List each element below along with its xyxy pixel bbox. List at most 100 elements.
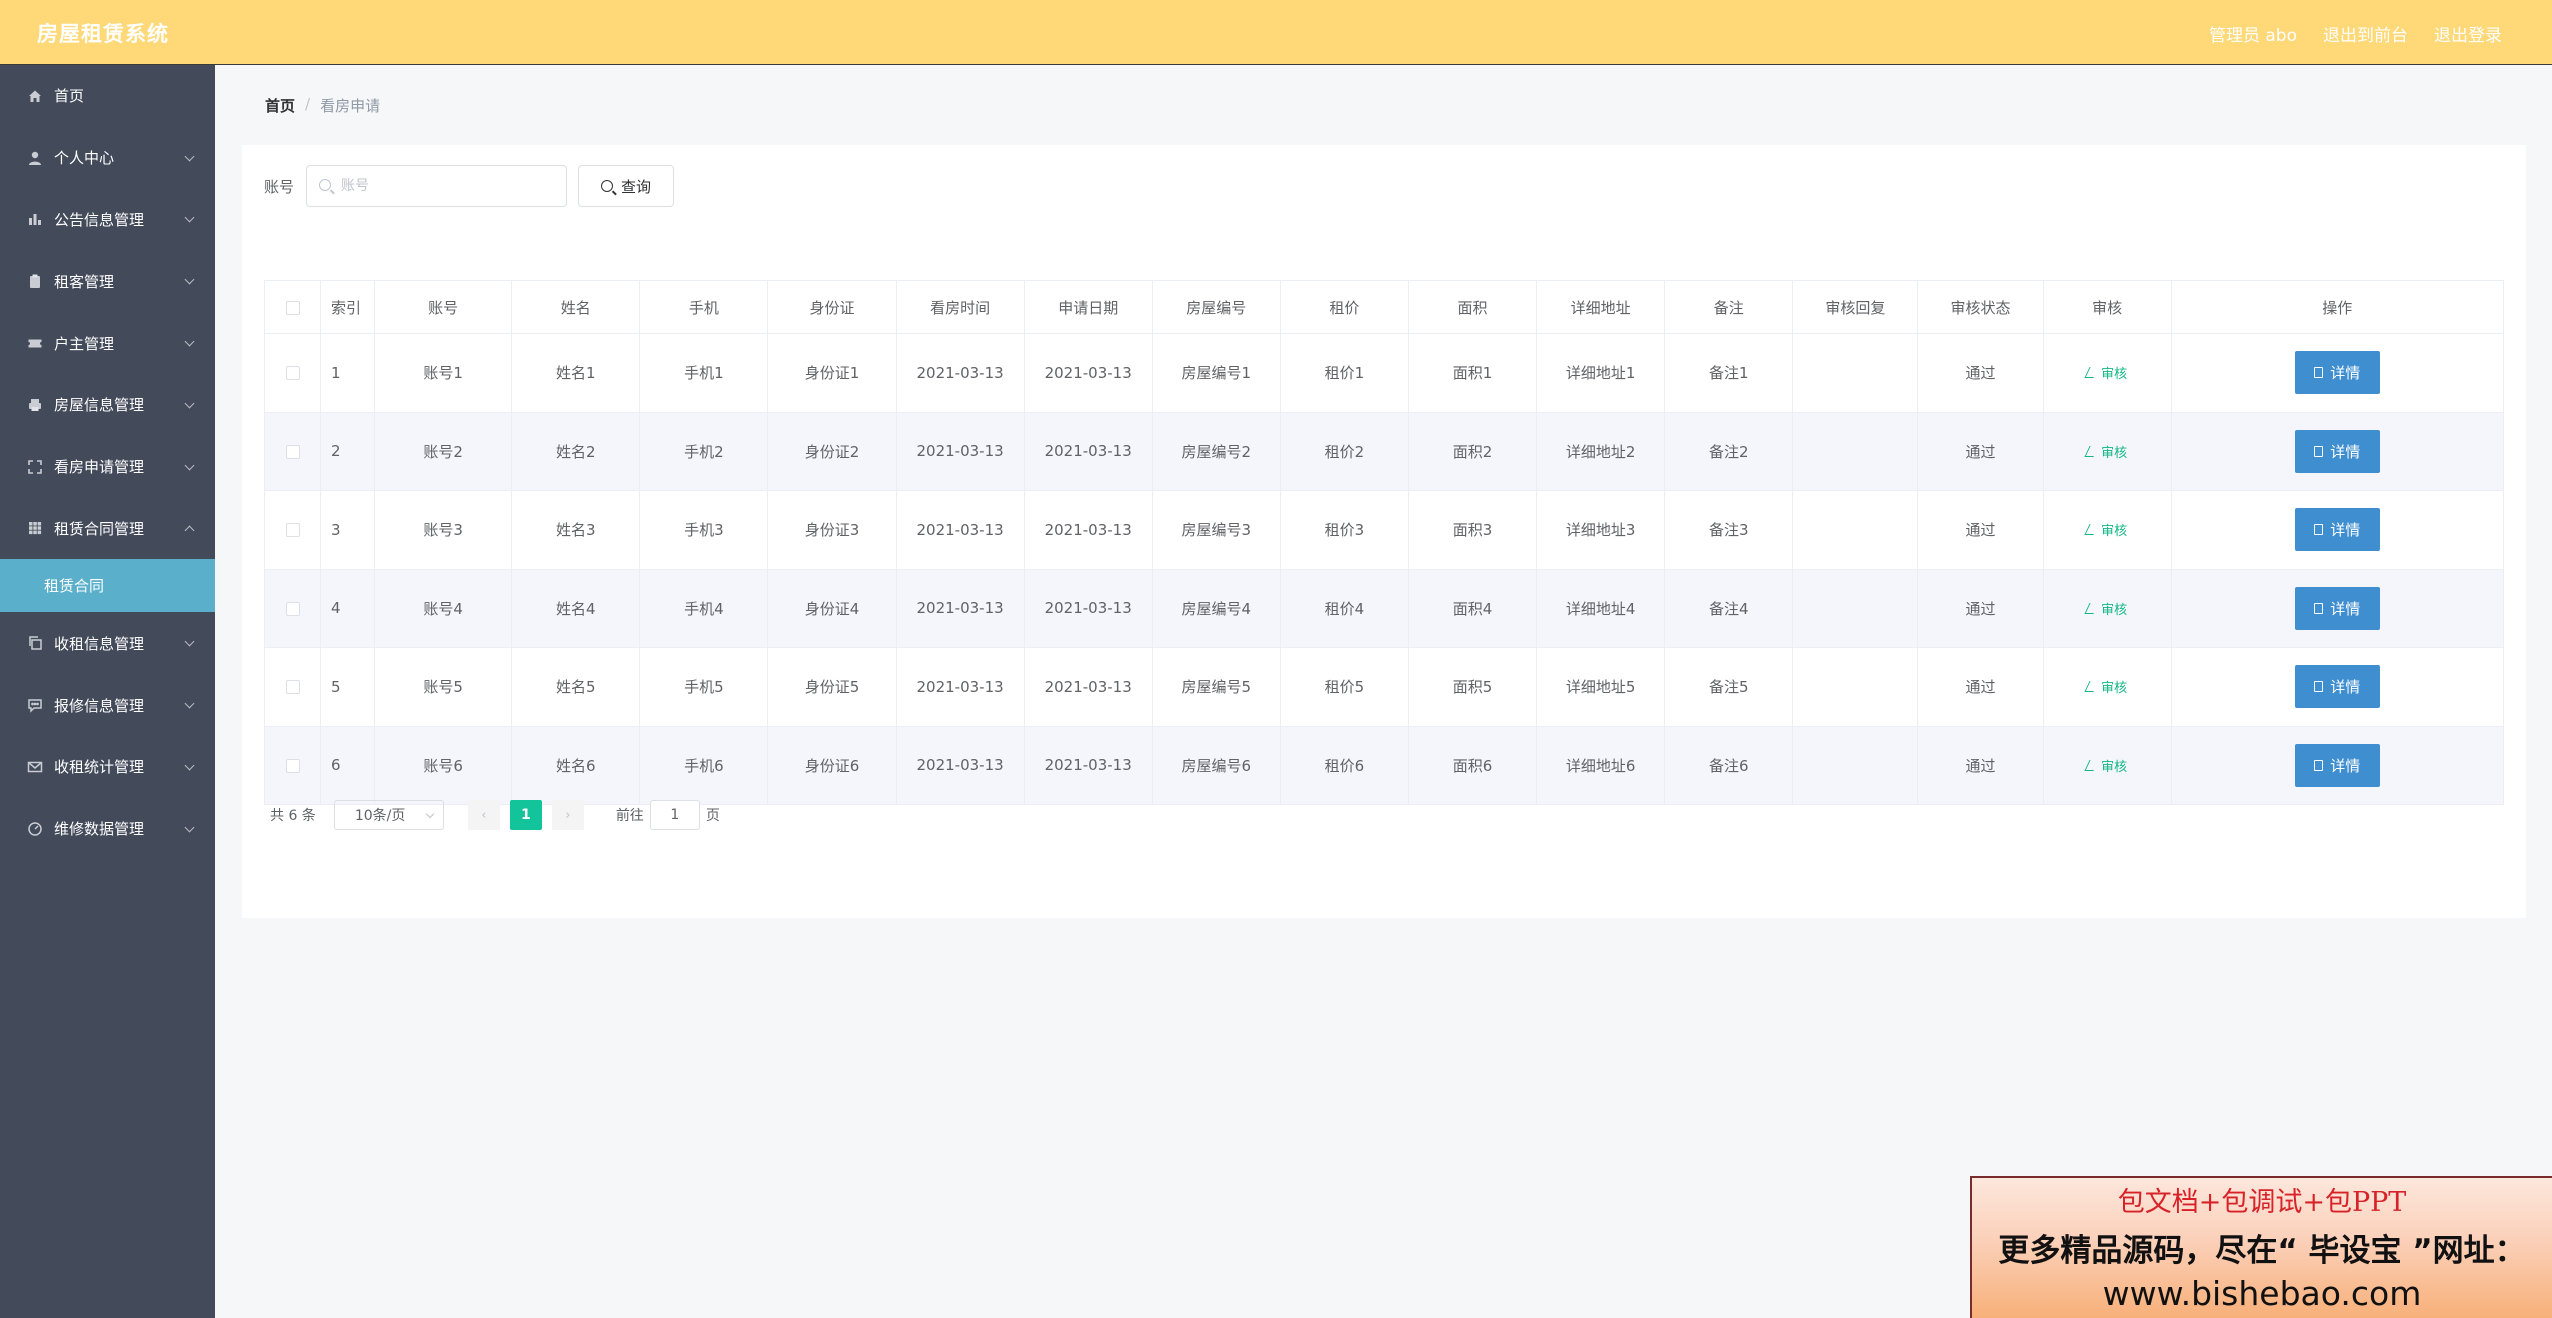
page-number-button[interactable]: 1 bbox=[509, 800, 542, 830]
detail-button-label: 详情 bbox=[2330, 678, 2361, 697]
cell-rent: 租价5 bbox=[1280, 647, 1409, 727]
action-cell: 详情 bbox=[2171, 647, 2505, 727]
action-cell: 详情 bbox=[2171, 569, 2505, 648]
sidebar: 首页 个人中心 公告信息管理 租客管理 户主管理 房屋信息管理 看房申请管理 租… bbox=[0, 65, 215, 1318]
row-checkbox[interactable] bbox=[285, 366, 300, 381]
cell-account: 账号1 bbox=[374, 333, 513, 413]
cell-view-time: 2021-03-13 bbox=[896, 412, 1025, 491]
cell-index: 6 bbox=[320, 726, 376, 805]
next-page-button[interactable]: › bbox=[551, 800, 584, 830]
detail-button-label: 详情 bbox=[2330, 364, 2361, 383]
row-checkbox[interactable] bbox=[285, 680, 300, 695]
select-all-checkbox[interactable] bbox=[285, 300, 300, 315]
page-size-select[interactable]: 10条/页 bbox=[333, 800, 444, 830]
detail-button[interactable]: 详情 bbox=[2294, 586, 2380, 630]
document-icon bbox=[2314, 681, 2324, 693]
table-row: 2 账号2 姓名2 手机2 身份证2 2021-03-13 2021-03-13 房屋编号2 租… bbox=[263, 412, 2505, 491]
search-input[interactable] bbox=[339, 177, 554, 195]
row-checkbox[interactable] bbox=[285, 758, 300, 773]
cell-apply-date: 2021-03-13 bbox=[1024, 647, 1153, 727]
sidebar-item-home[interactable]: 首页 bbox=[0, 65, 215, 127]
action-cell: 详情 bbox=[2171, 490, 2505, 570]
sidebar-item-repair[interactable]: 报修信息管理 bbox=[0, 674, 215, 736]
cell-name: 姓名6 bbox=[511, 726, 641, 805]
column-header: 姓名 bbox=[511, 280, 641, 334]
copy-icon bbox=[26, 634, 44, 652]
cell-address: 详细地址2 bbox=[1536, 412, 1666, 491]
breadcrumb-home[interactable]: 首页 bbox=[265, 95, 295, 116]
prev-page-button[interactable]: ‹ bbox=[467, 800, 500, 830]
cell-rent: 租价6 bbox=[1280, 726, 1409, 805]
cell-view-time: 2021-03-13 bbox=[896, 726, 1025, 805]
chevron-down-icon bbox=[184, 151, 195, 162]
sidebar-item-contract[interactable]: 租赁合同管理 bbox=[0, 498, 215, 560]
detail-button[interactable]: 详情 bbox=[2294, 508, 2380, 552]
back-to-front-link[interactable]: 退出到前台 bbox=[2323, 21, 2408, 46]
sidebar-item-house[interactable]: 房屋信息管理 bbox=[0, 374, 215, 436]
promo-line-3: www.bishebao.com bbox=[2102, 1274, 2422, 1313]
cell-name: 姓名3 bbox=[511, 490, 641, 570]
breadcrumb-current: 看房申请 bbox=[320, 97, 381, 115]
audit-link[interactable]: 审核 bbox=[2084, 756, 2127, 775]
document-icon bbox=[2314, 602, 2324, 614]
cell-status: 通过 bbox=[1917, 569, 2044, 648]
column-header: 面积 bbox=[1408, 280, 1538, 334]
search-row: 账号 查询 bbox=[264, 165, 675, 207]
column-header: 账号 bbox=[374, 280, 513, 334]
sidebar-item-repair-data[interactable]: 维修数据管理 bbox=[0, 798, 215, 860]
audit-link[interactable]: 审核 bbox=[2084, 677, 2127, 696]
row-checkbox[interactable] bbox=[285, 601, 300, 616]
mail-icon bbox=[26, 758, 44, 776]
sidebar-item-rent-collection[interactable]: 收租信息管理 bbox=[0, 612, 215, 674]
cell-house-no: 房屋编号4 bbox=[1152, 569, 1281, 648]
audit-link[interactable]: 审核 bbox=[2084, 363, 2127, 382]
promo-line-2: 更多精品源码，尽在“ 毕设宝 ”网址： bbox=[1998, 1233, 2526, 1269]
cell-note: 备注3 bbox=[1664, 490, 1794, 570]
chevron-down-icon bbox=[184, 636, 195, 647]
goto-page-input[interactable] bbox=[649, 800, 700, 830]
sidebar-item-notice[interactable]: 公告信息管理 bbox=[0, 189, 215, 251]
query-button[interactable]: 查询 bbox=[578, 165, 675, 207]
cell-phone: 手机2 bbox=[639, 412, 769, 491]
goto-page: 前往 页 bbox=[616, 800, 720, 830]
audit-link[interactable]: 审核 bbox=[2084, 520, 2128, 540]
cell-rent: 租价3 bbox=[1280, 490, 1409, 570]
audit-link-label: 审核 bbox=[2101, 524, 2128, 540]
chevron-down-icon bbox=[425, 809, 435, 819]
cell-reply bbox=[1792, 333, 1919, 413]
row-select-cell bbox=[263, 490, 322, 570]
logout-link[interactable]: 退出登录 bbox=[2434, 21, 2502, 46]
select-all-cell bbox=[263, 280, 322, 334]
cell-account: 账号2 bbox=[374, 412, 513, 491]
detail-button[interactable]: 详情 bbox=[2294, 665, 2380, 709]
search-field bbox=[306, 165, 568, 207]
sidebar-item-label: 户主管理 bbox=[54, 334, 115, 353]
submenu-item-contract[interactable]: 租赁合同 bbox=[0, 559, 215, 613]
edit-icon bbox=[2084, 681, 2099, 693]
audit-link[interactable]: 审核 bbox=[2084, 442, 2127, 461]
audit-link[interactable]: 审核 bbox=[2084, 599, 2128, 618]
printer-icon bbox=[26, 396, 44, 414]
sidebar-item-viewing[interactable]: 看房申请管理 bbox=[0, 436, 215, 498]
cell-house-no: 房屋编号3 bbox=[1152, 490, 1281, 570]
detail-button[interactable]: 详情 bbox=[2294, 743, 2380, 787]
column-header: 详细地址 bbox=[1536, 280, 1666, 334]
action-cell: 详情 bbox=[2171, 333, 2505, 413]
cell-name: 姓名2 bbox=[511, 412, 641, 491]
sidebar-item-label: 收租统计管理 bbox=[54, 758, 145, 777]
chevron-right-icon: › bbox=[565, 807, 571, 823]
sidebar-item-profile[interactable]: 个人中心 bbox=[0, 127, 215, 189]
detail-button[interactable]: 详情 bbox=[2294, 351, 2380, 395]
cell-account: 账号4 bbox=[374, 569, 513, 648]
cell-phone: 手机5 bbox=[639, 647, 769, 727]
sidebar-item-tenant[interactable]: 租客管理 bbox=[0, 250, 215, 312]
row-checkbox[interactable] bbox=[285, 523, 300, 538]
document-icon bbox=[2314, 759, 2324, 771]
sidebar-item-owner[interactable]: 户主管理 bbox=[0, 312, 215, 374]
edit-icon bbox=[2084, 524, 2099, 536]
row-checkbox[interactable] bbox=[285, 444, 300, 459]
detail-button[interactable]: 详情 bbox=[2294, 429, 2380, 473]
cell-account: 账号3 bbox=[374, 490, 513, 570]
audit-link-label: 审核 bbox=[2101, 602, 2128, 618]
sidebar-item-rent-stats[interactable]: 收租统计管理 bbox=[0, 736, 215, 798]
